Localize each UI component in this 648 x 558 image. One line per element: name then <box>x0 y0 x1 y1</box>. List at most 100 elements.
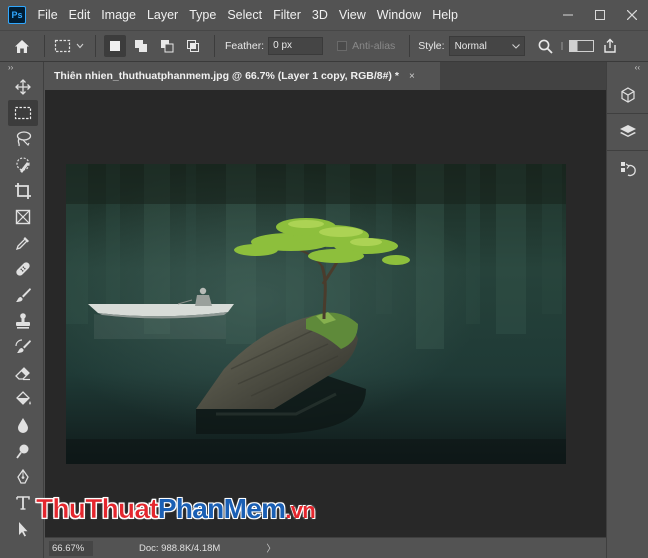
rect-marquee-icon <box>14 106 32 120</box>
quick-selection-icon <box>16 157 30 173</box>
close-icon <box>627 10 637 20</box>
bandage-icon <box>16 262 30 276</box>
type-icon <box>16 496 30 510</box>
tab-close-icon[interactable]: × <box>409 71 415 82</box>
antialias-label: Anti-alias <box>352 40 396 52</box>
chevron-down-icon <box>511 43 520 49</box>
zoom-level-field[interactable]: 66.67% <box>49 540 93 556</box>
stamp-icon <box>16 313 30 329</box>
menu-view[interactable]: View <box>333 0 371 30</box>
menu-image[interactable]: Image <box>96 0 142 30</box>
search-icon <box>538 39 553 54</box>
minimize-icon <box>563 14 573 16</box>
menu-edit[interactable]: Edit <box>63 0 96 30</box>
workspace-switcher[interactable] <box>559 34 599 58</box>
menu-select[interactable]: Select <box>222 0 268 30</box>
watermark-part-2: PhanMem <box>157 493 286 524</box>
feather-label: Feather: <box>225 40 265 52</box>
document-image[interactable] <box>66 164 566 464</box>
lasso-icon <box>16 131 32 147</box>
healing-brush-tool[interactable] <box>8 256 38 282</box>
add-to-selection-button[interactable] <box>130 35 152 57</box>
path-selection-tool[interactable] <box>8 516 38 542</box>
menu-window[interactable]: Window <box>371 0 426 30</box>
tool-preset-picker[interactable] <box>51 34 89 58</box>
home-button[interactable] <box>0 34 44 58</box>
clone-stamp-tool[interactable] <box>8 308 38 334</box>
eyedropper-tool[interactable] <box>8 230 38 256</box>
collapse-tools-icon[interactable]: ›› <box>0 62 43 74</box>
dodge-icon <box>16 444 29 459</box>
document-tab-bar: Thiên nhien_thuthuatphanmem.jpg @ 66.7% … <box>45 62 606 90</box>
antialias-checkbox[interactable]: Anti-alias <box>337 40 395 52</box>
panel-dock: ‹‹ <box>606 62 648 558</box>
history-brush-tool[interactable] <box>8 334 38 360</box>
photoshop-logo-icon[interactable]: Ps <box>8 6 26 24</box>
menu-help[interactable]: Help <box>427 0 464 30</box>
menu-filter[interactable]: Filter <box>268 0 307 30</box>
menu-layer[interactable]: Layer <box>141 0 183 30</box>
pen-icon <box>17 469 29 484</box>
options-bar: Feather: 0 px Anti-alias Style: Normal <box>0 30 648 62</box>
subtract-from-selection-button[interactable] <box>156 35 178 57</box>
menu-type[interactable]: Type <box>184 0 222 30</box>
status-menu-arrow-icon[interactable]: 〉 <box>266 541 276 555</box>
watermark-logo: ThuThuatPhanMem.vn <box>36 493 316 529</box>
home-icon <box>15 39 29 53</box>
minimize-button[interactable] <box>552 4 584 26</box>
marquee-preset-icon <box>54 39 84 53</box>
collapse-panels-icon[interactable]: ‹‹ <box>607 62 648 74</box>
quick-selection-tool[interactable] <box>8 152 38 178</box>
water-drop-icon <box>18 418 28 433</box>
paint-bucket-icon <box>16 391 31 405</box>
maximize-button[interactable] <box>584 4 616 26</box>
move-tool[interactable] <box>8 74 38 100</box>
paint-bucket-tool[interactable] <box>8 386 38 412</box>
brush-icon <box>16 288 31 302</box>
status-bar: 66.67% Doc: 988.8K/4.18M 〉 <box>45 537 606 558</box>
eyedropper-icon <box>15 237 29 251</box>
close-button[interactable] <box>616 4 648 26</box>
maximize-icon <box>595 10 605 20</box>
eraser-tool[interactable] <box>8 360 38 386</box>
canvas-area[interactable] <box>45 90 606 537</box>
style-select-value: Normal <box>454 40 487 52</box>
brush-tool[interactable] <box>8 282 38 308</box>
watermark-part-3: .vn <box>285 498 315 523</box>
menu-3d[interactable]: 3D <box>306 0 333 30</box>
workspace-icon <box>561 40 594 52</box>
watermark-part-1: ThuThuat <box>36 493 159 525</box>
share-icon <box>603 38 616 53</box>
intersect-selection-button[interactable] <box>182 35 204 57</box>
menu-file[interactable]: File <box>32 0 63 30</box>
share-button[interactable] <box>599 34 621 58</box>
3d-panel-button[interactable] <box>607 80 648 110</box>
lasso-tool[interactable] <box>8 126 38 152</box>
arrow-cursor-icon <box>19 522 28 537</box>
blur-tool[interactable] <box>8 412 38 438</box>
new-selection-button[interactable] <box>104 35 126 57</box>
menu-bar: Ps File Edit Image Layer Type Select Fil… <box>0 0 648 30</box>
dodge-tool[interactable] <box>8 438 38 464</box>
antialias-check-box[interactable] <box>337 41 348 51</box>
type-tool[interactable] <box>8 490 38 516</box>
tools-panel: ›› <box>0 62 44 558</box>
eraser-icon <box>15 367 30 381</box>
crop-tool[interactable] <box>8 178 38 204</box>
search-button[interactable] <box>533 34 559 58</box>
frame-icon <box>15 209 31 225</box>
document-tab[interactable]: Thiên nhien_thuthuatphanmem.jpg @ 66.7% … <box>45 62 440 90</box>
style-select[interactable]: Normal <box>448 36 525 56</box>
intersect-selection-icon <box>187 40 199 52</box>
cube-icon <box>621 87 635 103</box>
document-size-info[interactable]: Doc: 988.8K/4.18M <box>139 543 220 554</box>
pen-tool[interactable] <box>8 464 38 490</box>
rectangular-marquee-tool[interactable] <box>8 100 38 126</box>
crop-icon <box>15 183 31 199</box>
frame-tool[interactable] <box>8 204 38 230</box>
landscape-photo-image <box>66 164 566 464</box>
layers-panel-button[interactable] <box>607 117 648 147</box>
feather-input[interactable]: 0 px <box>268 37 324 55</box>
window-controls <box>552 0 648 30</box>
history-panel-button[interactable] <box>607 154 648 184</box>
